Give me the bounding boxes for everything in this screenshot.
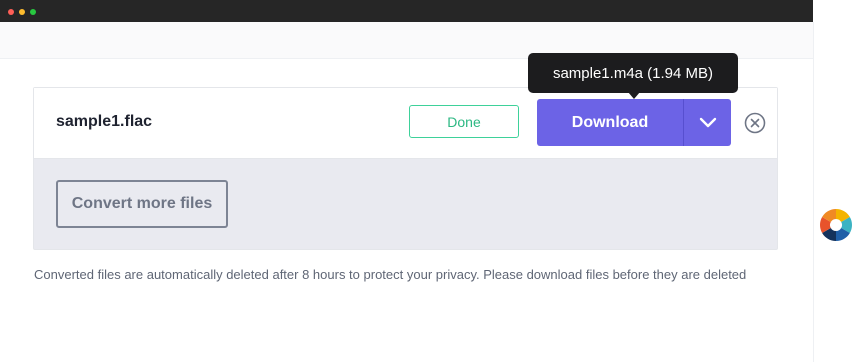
privacy-notice: Converted files are automatically delete… <box>34 267 747 282</box>
remove-file-icon[interactable] <box>744 112 766 134</box>
window-maximize-button[interactable] <box>30 9 36 15</box>
download-tooltip: sample1.m4a (1.94 MB) <box>528 53 738 93</box>
window-titlebar <box>0 0 813 22</box>
download-button[interactable]: Download <box>537 99 683 146</box>
content-edge-divider <box>813 22 814 362</box>
file-name: sample1.flac <box>56 113 153 130</box>
window-close-button[interactable] <box>8 9 14 15</box>
window-minimize-button[interactable] <box>19 9 25 15</box>
chevron-down-icon <box>699 117 716 127</box>
download-options-toggle[interactable] <box>684 99 731 146</box>
download-split-button: Download <box>537 99 731 146</box>
file-row: sample1.flac Done Download <box>34 88 777 159</box>
convert-more-files-button[interactable]: Convert more files <box>56 180 228 228</box>
color-wheel-logo-icon <box>819 209 853 241</box>
tooltip-arrow <box>628 92 640 99</box>
status-badge: Done <box>409 105 519 138</box>
conversion-card: sample1.flac Done Download Convert more … <box>33 87 778 250</box>
